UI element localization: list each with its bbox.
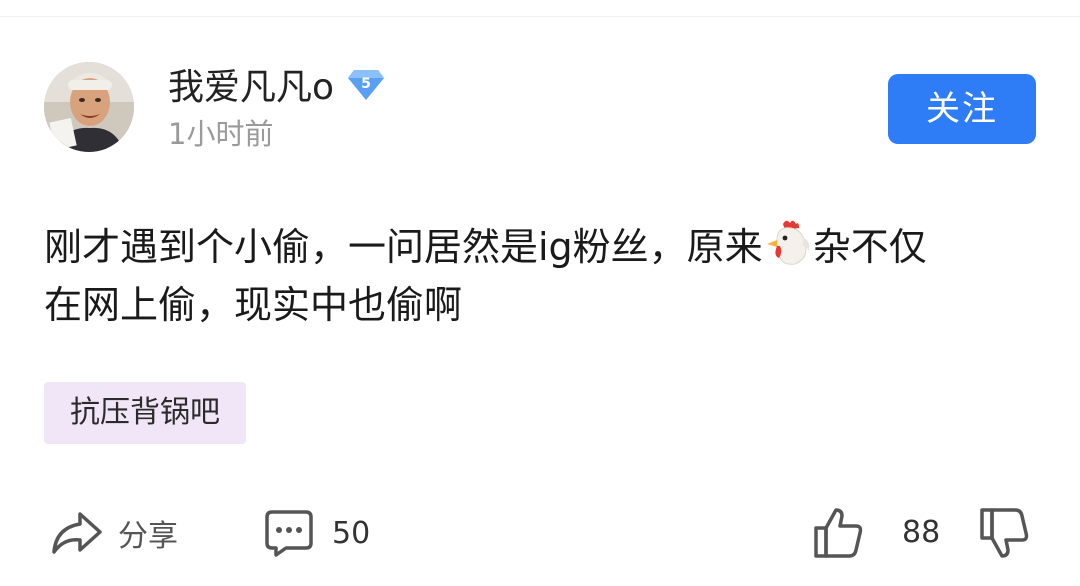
- post-content-line-1: 刚才遇到个小偷，一问居然是ig粉丝，原来 杂不仅: [44, 218, 1044, 276]
- post-text-segment: 刚才遇到个小偷，一问居然是ig粉丝，原来: [44, 225, 763, 269]
- rooster-emoji-icon: [763, 218, 813, 268]
- post-content-line-2: 在网上偷，现实中也偷啊: [44, 283, 463, 327]
- avatar[interactable]: [44, 62, 134, 152]
- top-divider: [0, 16, 1080, 17]
- author-name[interactable]: 我爱凡凡o: [168, 64, 334, 112]
- level-badge-icon: 5: [346, 66, 386, 102]
- thumbs-up-icon: [814, 508, 863, 558]
- share-label: 分享: [118, 519, 178, 554]
- dislike-button[interactable]: [978, 503, 1030, 563]
- thumbs-down-icon: [980, 508, 1029, 558]
- post-content[interactable]: 刚才遇到个小偷，一问居然是ig粉丝，原来 杂不仅 在网上偷，现实中也偷啊: [44, 218, 1044, 334]
- share-icon: [52, 512, 102, 554]
- level-number: 5: [361, 76, 371, 92]
- comment-button[interactable]: 50: [264, 503, 370, 563]
- like-button[interactable]: [812, 503, 864, 563]
- avatar-photo: [44, 62, 134, 152]
- comment-count: 50: [332, 515, 371, 551]
- share-button[interactable]: 分享: [50, 503, 178, 563]
- post-time: 1小时前: [168, 117, 274, 151]
- follow-button[interactable]: 关注: [888, 74, 1036, 144]
- topic-tag[interactable]: 抗压背锅吧: [44, 382, 246, 444]
- post-text-segment: 杂不仅: [812, 225, 927, 269]
- comment-icon: [265, 510, 313, 557]
- like-count: 88: [902, 515, 941, 550]
